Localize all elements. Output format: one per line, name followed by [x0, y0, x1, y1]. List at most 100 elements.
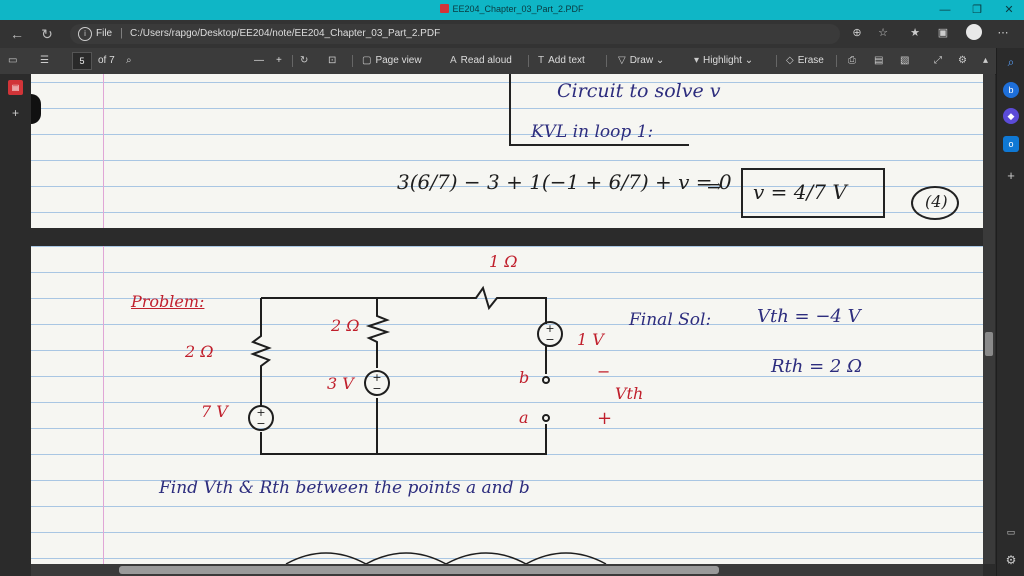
- draw-button[interactable]: ▽ Draw ⌄: [618, 53, 664, 69]
- profile-avatar[interactable]: [966, 24, 982, 40]
- pdf-toolbar: ▭ ☰ 5 of 7 ⌕ — + ↻ ⊡ ▢ Page view A Read al…: [0, 48, 1024, 75]
- scroll-thumb[interactable]: [119, 566, 719, 574]
- add-icon[interactable]: +: [1003, 168, 1019, 184]
- window-title-text: EE204_Chapter_03_Part_2.PDF: [452, 4, 584, 14]
- restore-button[interactable]: ❐: [962, 1, 992, 19]
- page-view-label: Page view: [375, 55, 422, 66]
- erase-button[interactable]: ◇ Erase: [786, 53, 824, 69]
- terminal-b: [542, 376, 550, 384]
- chevron-down-icon: ⌄: [655, 55, 665, 66]
- ink-wave: [445, 552, 607, 564]
- sidebar-toggle-icon[interactable]: ▭: [1003, 524, 1019, 540]
- ink-blot: [31, 94, 41, 124]
- print-icon[interactable]: ⎙: [848, 53, 860, 69]
- read-aloud-label: Read aloud: [460, 55, 512, 66]
- resistor-label-top: 1 Ω: [489, 252, 518, 271]
- left-wire: [250, 298, 272, 406]
- rth-result: Rth = 2 Ω: [771, 356, 863, 377]
- plus-sign: +: [597, 408, 613, 429]
- add-text-icon: T: [538, 55, 545, 66]
- page-view-button[interactable]: ▢ Page view: [362, 53, 422, 69]
- url-separator: |: [120, 27, 123, 39]
- horizontal-scrollbar[interactable]: [31, 564, 983, 576]
- search-icon[interactable]: ⌕: [126, 53, 136, 69]
- erase-label: Erase: [797, 55, 824, 66]
- resistor-label-left: 2 Ω: [185, 342, 214, 361]
- copilot-icon[interactable]: ◆: [1003, 108, 1019, 124]
- rotate-icon[interactable]: ↻: [300, 53, 312, 69]
- highlight-label: Highlight: [703, 55, 742, 66]
- zoom-out-button[interactable]: —: [254, 53, 264, 69]
- source-label-left: 7 V: [201, 402, 228, 421]
- fullscreen-icon[interactable]: ⤢: [934, 53, 946, 69]
- search-icon[interactable]: ⌕: [1003, 54, 1019, 70]
- bottom-wire: [260, 424, 547, 455]
- minus-sign: −: [597, 362, 611, 381]
- address-bar: ← ↻ i File | C:/Users/rapgo/Desktop/EE20…: [0, 20, 1024, 48]
- scroll-up-arrow[interactable]: ▴: [983, 53, 992, 69]
- settings-icon[interactable]: ⚙: [1003, 552, 1019, 568]
- add-icon[interactable]: +: [8, 106, 23, 121]
- handwritten-answer: v = 4/7 V: [753, 180, 847, 204]
- info-icon[interactable]: i: [78, 27, 92, 41]
- url-path[interactable]: C:/Users/rapgo/Desktop/EE204/note/EE204_…: [130, 28, 440, 39]
- vth-result: Vth = −4 V: [757, 306, 861, 327]
- ink-line: [509, 144, 689, 146]
- handwritten-equation: 3(6/7) − 3 + 1(−1 + 6/7) + v = 0: [397, 170, 732, 194]
- zoom-in-button[interactable]: +: [276, 53, 282, 69]
- page-number-input[interactable]: 5: [72, 52, 92, 70]
- handwritten-text: Circuit to solve v: [557, 80, 721, 102]
- middle-wire: [365, 298, 391, 368]
- read-aloud-icon: A: [450, 55, 457, 66]
- step-number: (4): [925, 192, 948, 211]
- edge-sidebar: ⌕ b ◆ o + ▭ ⚙: [996, 48, 1024, 576]
- pdf-thumbnail-icon[interactable]: ▤: [8, 80, 23, 95]
- fit-page-icon[interactable]: ⊡: [328, 53, 340, 69]
- table-of-contents-icon[interactable]: ☰: [40, 53, 53, 69]
- scroll-thumb[interactable]: [985, 332, 993, 356]
- source-label-right: 1 V: [577, 330, 604, 349]
- sidebar-toggle-icon[interactable]: ▭: [8, 53, 21, 69]
- toolbar-divider: [352, 55, 353, 67]
- eraser-icon: ◇: [786, 55, 794, 66]
- svg-text:−: −: [256, 417, 265, 430]
- back-button[interactable]: ←: [8, 25, 26, 43]
- read-aloud-button[interactable]: A Read aloud: [450, 53, 512, 69]
- page-total-label: of 7: [98, 55, 115, 66]
- left-rail: ▤ +: [0, 74, 31, 576]
- highlight-icon: ▾: [694, 55, 700, 66]
- toolbar-divider: [836, 55, 837, 67]
- highlight-button[interactable]: ▾ Highlight ⌄: [694, 53, 753, 69]
- add-text-button[interactable]: T Add text: [538, 53, 585, 69]
- url-scheme-label: File: [96, 28, 113, 39]
- add-text-label: Add text: [548, 55, 585, 66]
- window-titlebar: EE204_Chapter_03_Part_2.PDF — ❐ ✕: [0, 0, 1024, 20]
- close-button[interactable]: ✕: [994, 1, 1024, 19]
- refresh-button[interactable]: ↻: [38, 25, 56, 43]
- zoom-icon[interactable]: ⊕: [848, 24, 866, 42]
- page-view-icon: ▢: [362, 55, 372, 66]
- settings-icon[interactable]: ⚙: [958, 53, 971, 69]
- collections-icon[interactable]: ▣: [934, 24, 952, 42]
- resistor-label-middle: 2 Ω: [331, 316, 360, 335]
- favorite-add-icon[interactable]: ☆: [874, 24, 892, 42]
- step-number-circle: (4): [911, 186, 959, 220]
- favorites-icon[interactable]: ★: [906, 24, 924, 42]
- save-as-icon[interactable]: ▧: [900, 53, 913, 69]
- toolbar-divider: [776, 55, 777, 67]
- save-icon[interactable]: ▤: [874, 53, 887, 69]
- more-icon[interactable]: ⋯: [994, 24, 1012, 42]
- svg-text:−: −: [545, 333, 554, 346]
- vth-label: Vth: [615, 384, 644, 403]
- vertical-scrollbar[interactable]: [983, 74, 995, 564]
- problem-statement: Find Vth & Rth between the points a and …: [159, 478, 530, 498]
- top-wire: [261, 285, 547, 324]
- minimize-button[interactable]: —: [930, 1, 960, 19]
- bing-icon[interactable]: b: [1003, 82, 1019, 98]
- pdf-page: + − + − + − Problem: 1 Ω 2 Ω 2 Ω 7 V 3 V 1 …: [31, 246, 983, 564]
- url-field[interactable]: i File | C:/Users/rapgo/Desktop/EE204/no…: [70, 24, 840, 44]
- outlook-icon[interactable]: o: [1003, 136, 1019, 152]
- implies-symbol: ⇒: [707, 176, 723, 197]
- ink-line: [509, 74, 511, 146]
- terminal-label-b: b: [519, 368, 530, 387]
